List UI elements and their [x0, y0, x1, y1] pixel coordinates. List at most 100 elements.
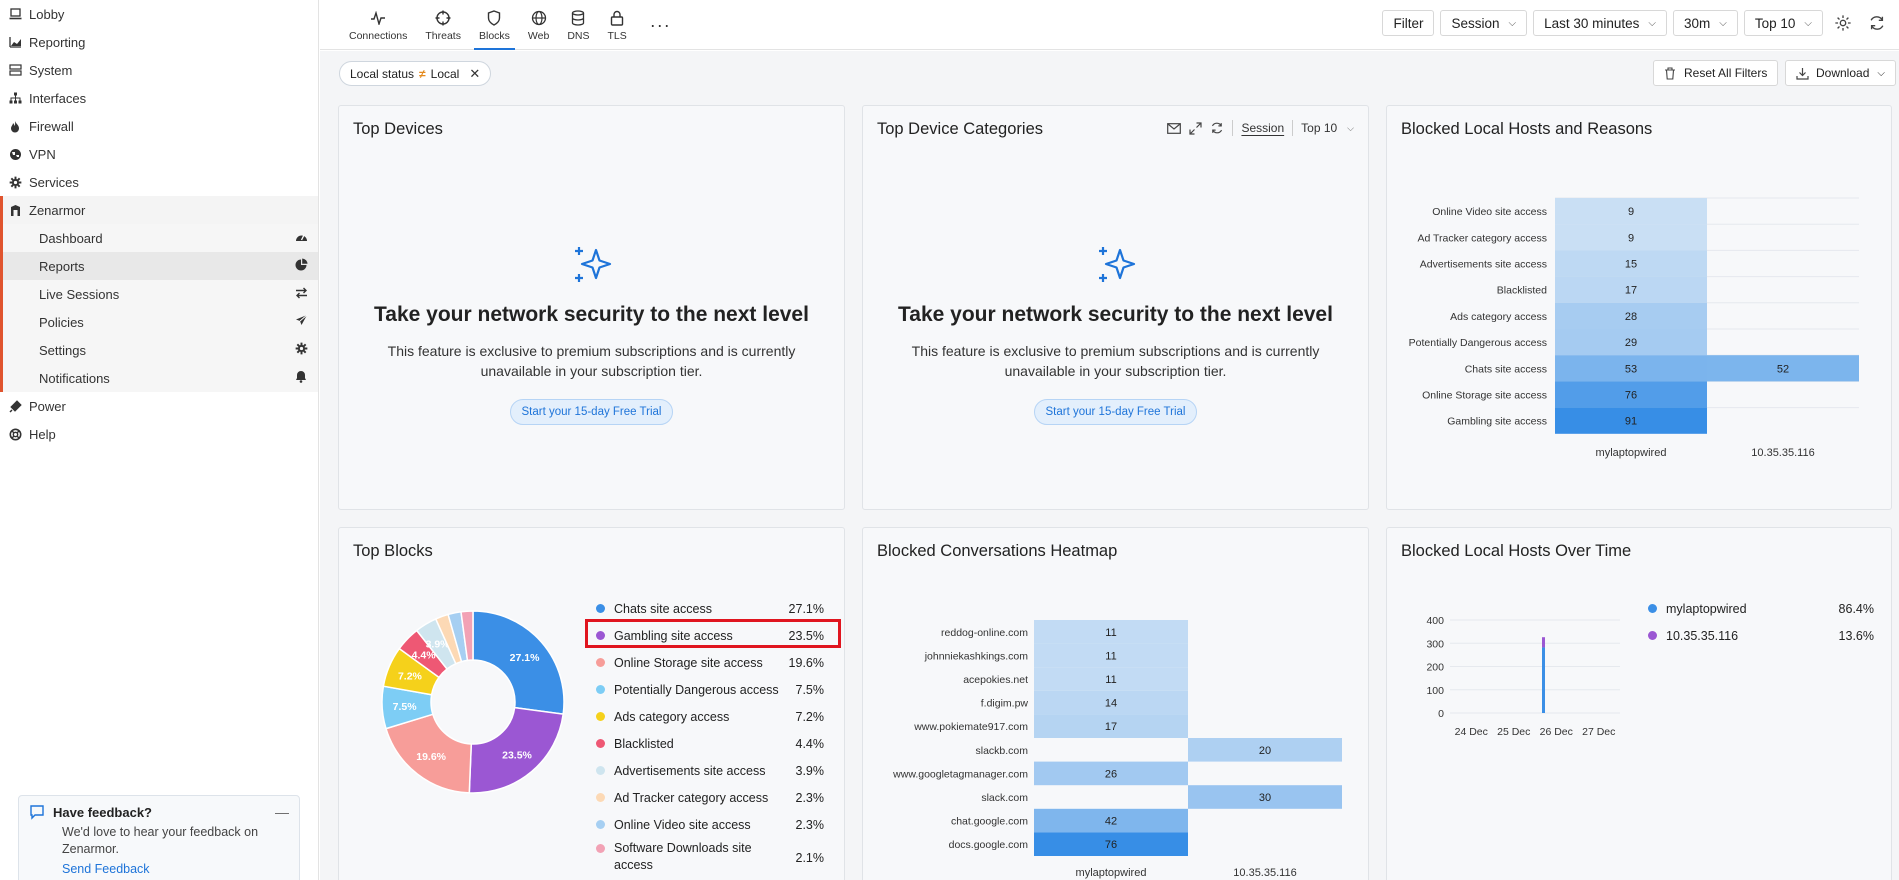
free-trial-button[interactable]: Start your 15-day Free Trial — [509, 399, 674, 425]
card-top-n[interactable]: Top 10 — [1301, 121, 1337, 135]
sidebar-item-system[interactable]: System — [0, 56, 318, 84]
tab-tls[interactable]: TLS — [599, 0, 636, 50]
session-dropdown[interactable]: Session ⌵ — [1440, 10, 1528, 36]
card-title: Top Devices — [353, 120, 443, 138]
y-tick-label: 200 — [1426, 662, 1444, 674]
reset-all-filters-button[interactable]: Reset All Filters — [1653, 60, 1779, 86]
legend-dot — [596, 766, 605, 775]
sidebar-item-lobby[interactable]: Lobby — [0, 0, 318, 28]
legend-dot — [596, 793, 605, 802]
email-icon[interactable] — [1167, 122, 1182, 134]
legend-label: Ads category access — [614, 709, 730, 724]
refresh-icon[interactable] — [1863, 10, 1891, 36]
row-label: Ad Tracker category access — [1417, 232, 1547, 244]
bar[interactable] — [1542, 637, 1545, 648]
top-n-dropdown[interactable]: Top 10 ⌵ — [1743, 10, 1823, 36]
close-icon[interactable]: ✕ — [469, 66, 480, 82]
minimize-icon[interactable]: — — [275, 804, 289, 820]
sidebar-item-label: Reporting — [29, 34, 86, 50]
highlight-box — [585, 619, 841, 648]
cell-value: 11 — [1105, 650, 1116, 662]
legend-item[interactable]: Ad Tracker category access 2.3% — [596, 784, 824, 811]
column-label: 10.35.35.116 — [1233, 867, 1296, 879]
legend-item[interactable]: Online Storage site access 19.6% — [596, 649, 824, 676]
legend-item[interactable]: 10.35.35.116 13.6% — [1648, 622, 1874, 649]
tab-connections[interactable]: Connections — [340, 0, 416, 50]
settings-gear-icon[interactable] — [1829, 10, 1857, 36]
time-range-label: Last 30 minutes — [1544, 15, 1640, 31]
tab-threats[interactable]: Threats — [416, 0, 470, 50]
premium-title: Take your network security to the next l… — [374, 303, 809, 326]
legend-percent: 4.4% — [795, 736, 825, 751]
sidebar-item-settings[interactable]: Settings — [3, 336, 318, 364]
free-trial-button[interactable]: Start your 15-day Free Trial — [1033, 399, 1198, 425]
download-button[interactable]: Download ⌵ — [1785, 60, 1896, 86]
legend-item[interactable]: Ads category access 7.2% — [596, 703, 824, 730]
row-label: acepokies.net — [963, 674, 1028, 686]
sidebar-item-label: Dashboard — [39, 230, 103, 246]
sidebar-item-interfaces[interactable]: Interfaces — [0, 84, 318, 112]
chevron-down-icon: ⌵ — [1804, 17, 1812, 29]
sidebar-item-reports[interactable]: Reports — [3, 252, 318, 280]
toolbar-right: Filter Session ⌵ Last 30 minutes ⌵ 30m ⌵ To… — [1376, 10, 1891, 36]
legend-item[interactable]: Online Video site access 2.3% — [596, 811, 824, 838]
slice-label: 23.5% — [502, 749, 532, 761]
top-bar: Connections Threats Blocks Web DNS TLS ··· Fil… — [320, 0, 1899, 50]
download-label: Download — [1816, 66, 1870, 80]
time-range-dropdown[interactable]: Last 30 minutes ⌵ — [1533, 10, 1667, 36]
sidebar-item-zenarmor[interactable]: Zenarmor — [0, 196, 318, 224]
legend-item[interactable]: Potentially Dangerous access 7.5% — [596, 676, 824, 703]
cell-value: 42 — [1105, 816, 1117, 828]
row-label: Ads category access — [1450, 311, 1547, 323]
interval-dropdown[interactable]: 30m ⌵ — [1673, 10, 1738, 36]
legend-percent: 19.6% — [788, 655, 824, 670]
expand-icon[interactable] — [1189, 121, 1203, 135]
refresh-icon[interactable] — [1210, 121, 1224, 135]
legend-item[interactable]: Blacklisted 4.4% — [596, 730, 824, 757]
more-icon[interactable]: ··· — [636, 0, 685, 50]
tab-web[interactable]: Web — [519, 0, 558, 50]
legend-dot — [596, 820, 605, 829]
sidebar-item-reporting[interactable]: Reporting — [0, 28, 318, 56]
filter-label: Filter — [1393, 15, 1424, 31]
cell-value: 15 — [1625, 259, 1637, 271]
row-label: slack.com — [981, 792, 1028, 804]
threats-icon — [435, 8, 451, 28]
chip-operator: ≠ — [419, 66, 426, 81]
legend-dot — [1648, 604, 1657, 613]
sidebar-item-notifications[interactable]: Notifications — [3, 364, 318, 392]
legend-item[interactable]: mylaptopwired 86.4% — [1648, 595, 1874, 622]
send-feedback-link[interactable]: Send Feedback — [62, 862, 289, 876]
bar[interactable] — [1542, 647, 1545, 713]
legend-dot — [596, 712, 605, 721]
sidebar-item-firewall[interactable]: Firewall — [0, 112, 318, 140]
sidebar-item-dashboard[interactable]: Dashboard — [3, 224, 318, 252]
sidebar-item-vpn[interactable]: VPN — [0, 140, 318, 168]
sidebar-item-power[interactable]: Power — [0, 392, 318, 420]
legend-percent: 13.6% — [1838, 628, 1874, 643]
sparkles-icon — [574, 247, 611, 282]
cell-value: 91 — [1625, 416, 1637, 428]
sidebar-item-label: Notifications — [39, 370, 110, 386]
sparkles-icon — [1098, 247, 1135, 282]
sidebar-item-live-sessions[interactable]: Live Sessions — [3, 280, 318, 308]
sidebar-item-services[interactable]: Services — [0, 168, 318, 196]
tab-dns[interactable]: DNS — [558, 0, 598, 50]
card-session-toggle[interactable]: Session — [1241, 121, 1284, 135]
legend-item[interactable]: Software Downloads site access 2.1% — [596, 838, 824, 876]
filter-chip[interactable]: Local status ≠ Local ✕ — [339, 61, 492, 86]
cell-value: 11 — [1105, 627, 1116, 639]
chevron-down-icon[interactable]: ⌵ — [1347, 123, 1354, 134]
pie-chart-icon — [294, 258, 308, 274]
sidebar-item-policies[interactable]: Policies — [3, 308, 318, 336]
legend-item[interactable]: Chats site access 27.1% — [596, 595, 824, 622]
reset-label: Reset All Filters — [1684, 66, 1768, 80]
fire-icon — [8, 119, 22, 133]
tab-label: TLS — [607, 30, 627, 42]
legend-item[interactable]: Advertisements site access 3.9% — [596, 757, 824, 784]
legend-percent: 2.3% — [795, 790, 825, 805]
laptop-icon — [8, 7, 22, 21]
filter-button[interactable]: Filter — [1382, 10, 1435, 36]
tab-blocks[interactable]: Blocks — [470, 0, 519, 50]
sidebar-item-help[interactable]: Help — [0, 420, 318, 448]
